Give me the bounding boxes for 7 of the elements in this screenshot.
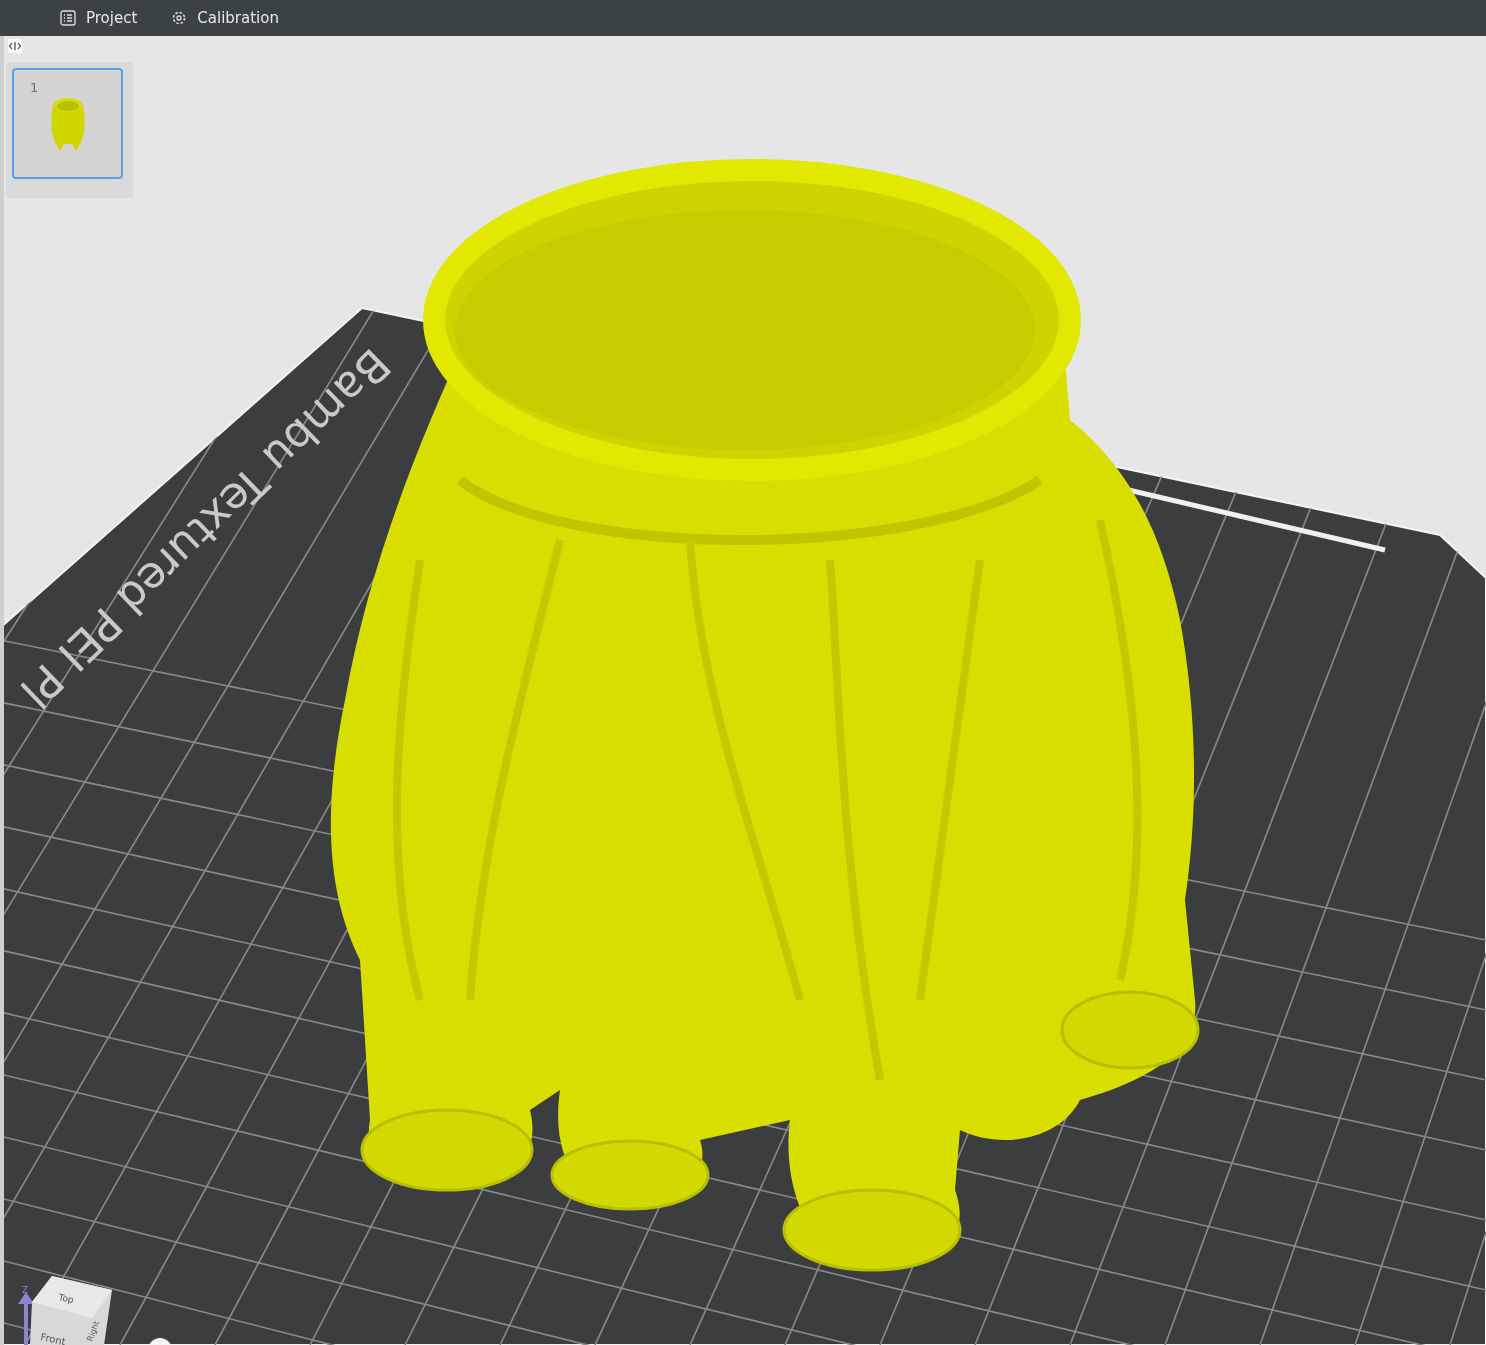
plate-number: 1 bbox=[30, 80, 39, 95]
collapse-toggle-icon[interactable] bbox=[8, 39, 22, 53]
tab[interactable]: Calibration bbox=[169, 5, 281, 31]
view-cube-drawing: Z Top Front Right bbox=[18, 1276, 112, 1345]
tab[interactable]: Project bbox=[58, 5, 140, 31]
list-icon bbox=[60, 10, 76, 26]
settings-icon bbox=[171, 10, 188, 26]
